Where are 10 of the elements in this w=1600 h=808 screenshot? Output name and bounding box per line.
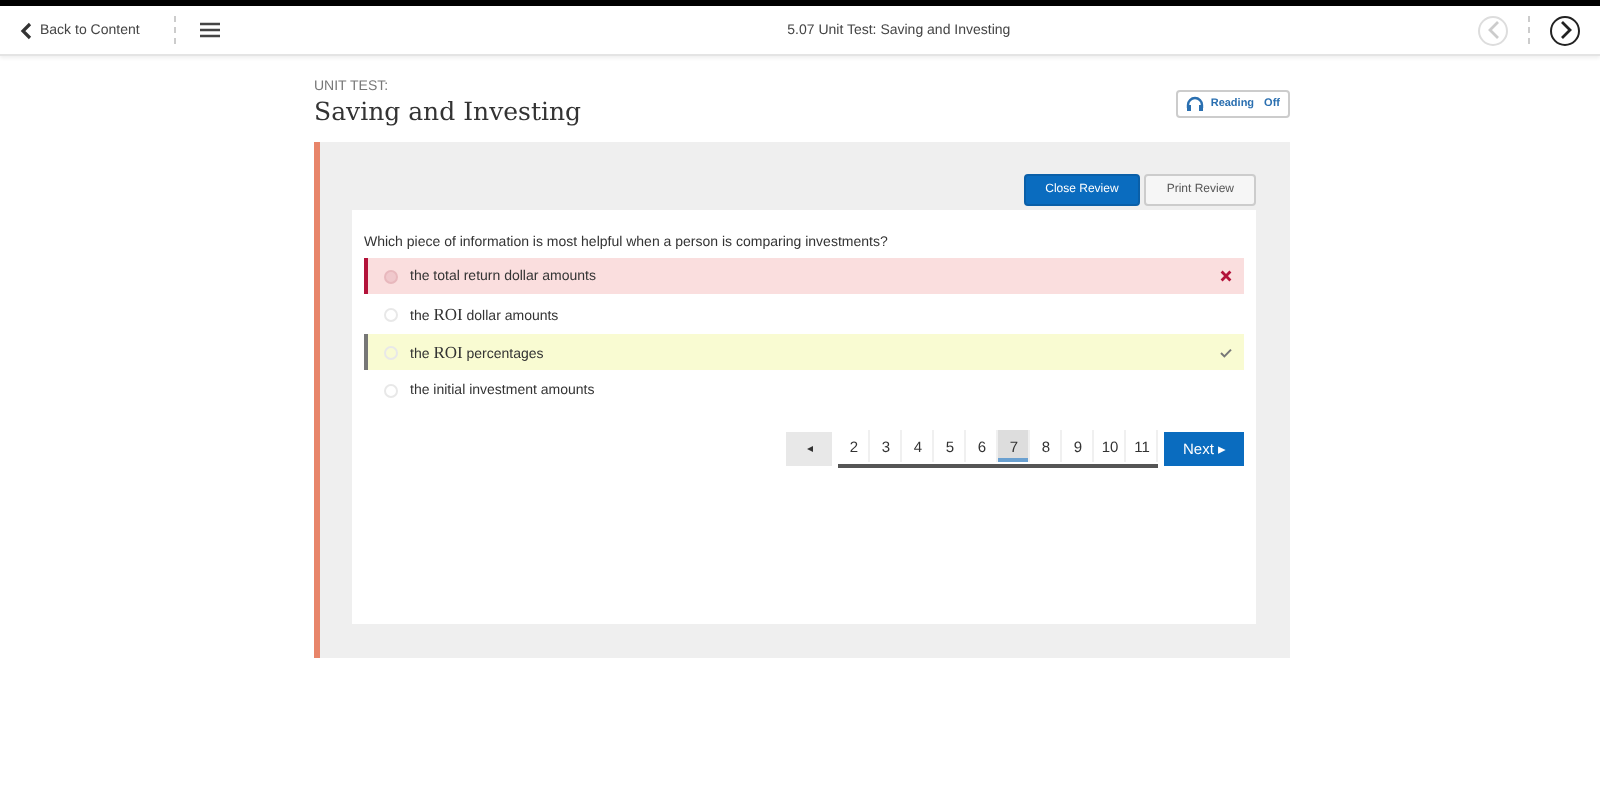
chevron-left-icon xyxy=(1485,20,1501,40)
next-button[interactable] xyxy=(1550,15,1580,45)
headphones-icon xyxy=(1186,96,1205,112)
check-icon xyxy=(1220,347,1232,357)
chevron-left-icon xyxy=(20,21,32,39)
test-title: Saving and Investing xyxy=(314,96,582,126)
menu-icon xyxy=(199,22,220,38)
menu-button[interactable] xyxy=(199,22,220,38)
chevron-right-icon xyxy=(1557,20,1573,40)
cross-icon xyxy=(1220,270,1232,282)
